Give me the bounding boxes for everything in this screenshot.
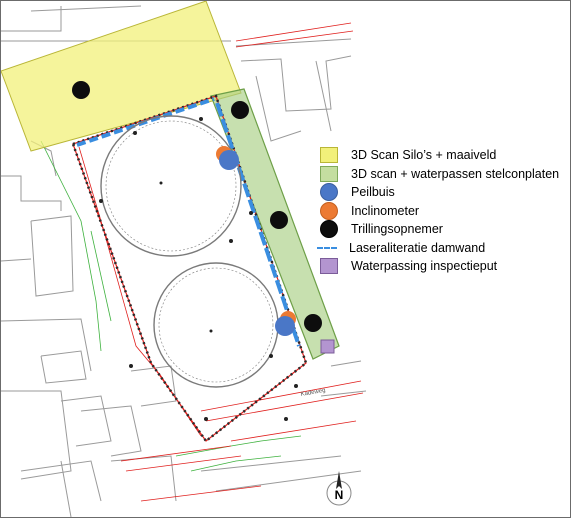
- map-frame: Kadeweg N 3D Scan Silo’s + maaiveld 3D sc…: [0, 0, 571, 518]
- legend-item: Laseraliteratie damwand: [317, 239, 569, 258]
- silo-bottom: [153, 262, 279, 388]
- legend-label: Inclinometer: [351, 203, 420, 218]
- north-label: N: [335, 488, 344, 502]
- legend-symbol-icon: [320, 183, 338, 202]
- street-label: Kadeweg: [300, 388, 326, 398]
- legend-label: Laseraliteratie damwand: [349, 240, 486, 255]
- legend-symbol-icon: [320, 201, 338, 220]
- peilbuis-1: [219, 150, 239, 170]
- legend-label: Peilbuis: [351, 185, 395, 200]
- trillingsopnemer-3: [270, 211, 288, 229]
- trillingsopnemer-2: [231, 101, 249, 119]
- legend-symbol-icon: [320, 147, 338, 164]
- legend-item: 3D Scan Silo’s + maaiveld: [317, 146, 569, 165]
- legend-label: 3D Scan Silo’s + maaiveld: [351, 148, 497, 163]
- peilbuis-2: [275, 316, 295, 336]
- legend-symbol-icon: [320, 220, 338, 239]
- trillingsopnemer-1: [72, 81, 90, 99]
- legend-item: Trillingsopnemer: [317, 220, 569, 239]
- legend-item: Waterpassing inspectieput: [317, 257, 569, 276]
- legend-label: Trillingsopnemer: [351, 222, 443, 237]
- legend-item: Peilbuis: [317, 183, 569, 202]
- legend-label: Waterpassing inspectieput: [351, 259, 498, 274]
- trillingsopnemer-4: [304, 314, 322, 332]
- silo-top: [100, 115, 242, 257]
- legend-symbol-icon: [317, 246, 337, 249]
- inspectieput-marker: [320, 339, 335, 354]
- legend-item: 3D scan + waterpassen stelconplaten: [317, 165, 569, 184]
- legend-item: Inclinometer: [317, 201, 569, 221]
- legend-symbol-icon: [320, 165, 338, 182]
- legend-symbol-icon: [320, 258, 338, 275]
- north-arrow-icon: N: [326, 471, 352, 506]
- map-legend: 3D Scan Silo’s + maaiveld 3D scan + water…: [317, 146, 569, 276]
- legend-label: 3D scan + waterpassen stelconplaten: [351, 166, 560, 181]
